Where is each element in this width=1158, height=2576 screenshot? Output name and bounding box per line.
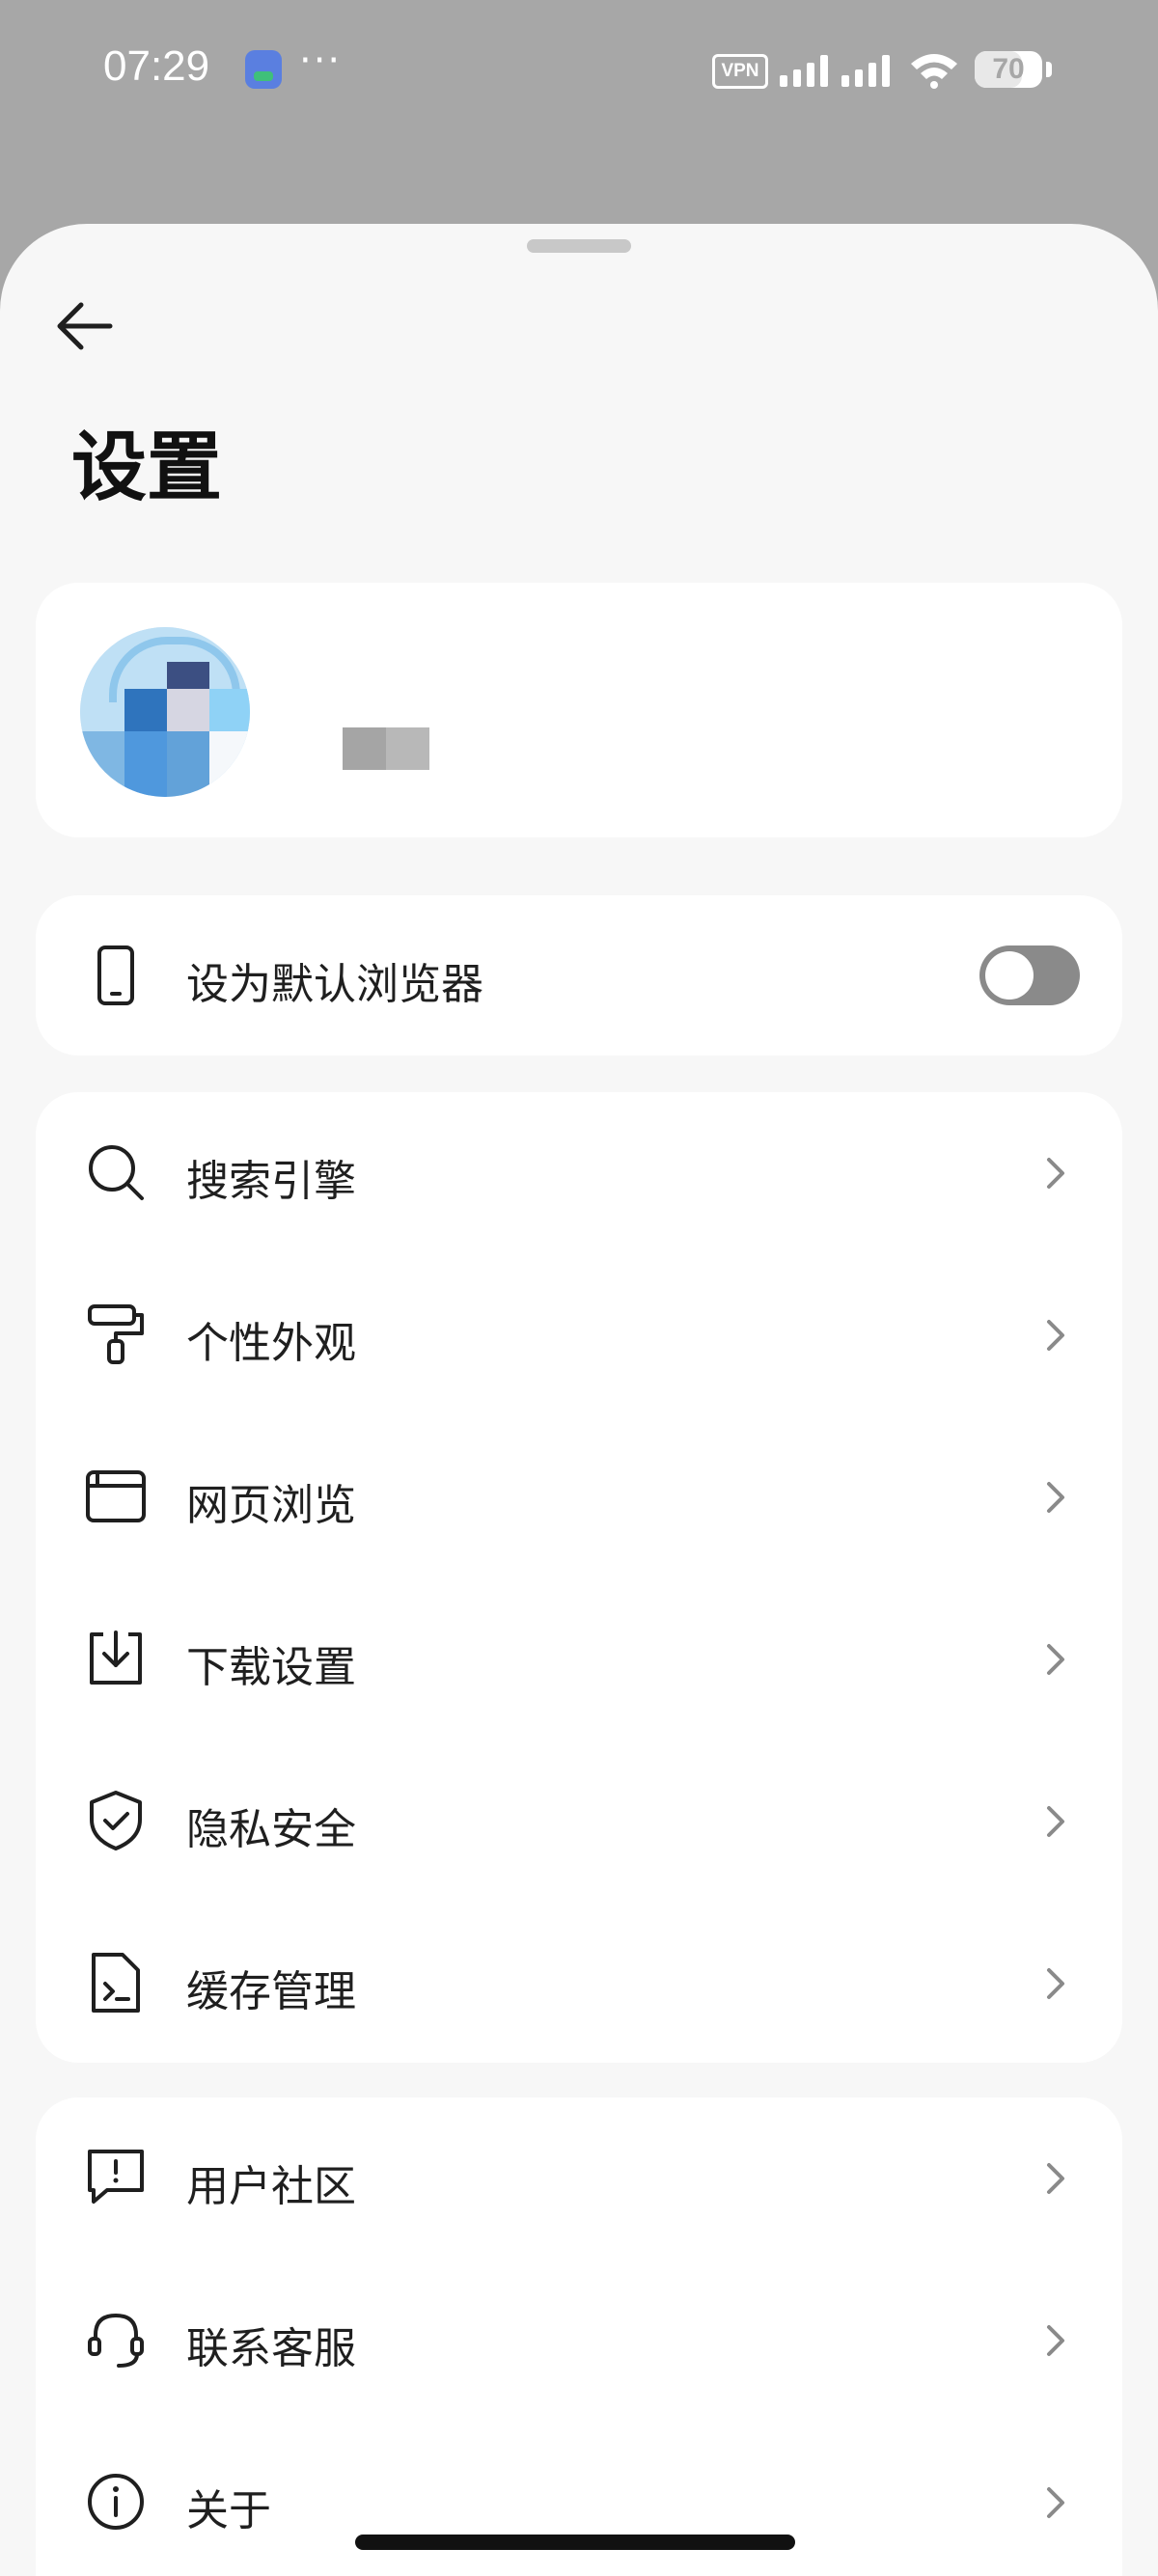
chevron-right-icon xyxy=(1047,1482,1064,1513)
settings-row-label: 联系客服 xyxy=(186,2324,356,2373)
settings-row-download[interactable]: 下载设置 xyxy=(36,1578,1122,1740)
info-icon xyxy=(88,2474,144,2530)
browser-window-icon xyxy=(86,1470,146,1522)
default-browser-toggle[interactable] xyxy=(979,945,1080,1005)
chevron-right-icon xyxy=(1047,1806,1064,1837)
settings-row-label: 网页浏览 xyxy=(186,1481,356,1530)
settings-row-community[interactable]: 用户社区 xyxy=(36,2097,1122,2260)
chevron-right-icon xyxy=(1047,2487,1064,2518)
settings-row-label: 隐私安全 xyxy=(186,1805,356,1854)
wifi-icon xyxy=(911,54,957,89)
sheet-grab-handle[interactable] xyxy=(527,239,631,253)
settings-row-label: 用户社区 xyxy=(186,2162,356,2211)
settings-row-label: 关于 xyxy=(186,2486,271,2535)
download-icon xyxy=(90,1631,142,1685)
settings-row-label: 下载设置 xyxy=(186,1643,356,1692)
settings-row-about[interactable]: 关于 xyxy=(36,2422,1122,2576)
file-terminal-icon xyxy=(92,1953,140,2013)
app-notification-icon xyxy=(245,50,282,89)
paint-roller-icon xyxy=(88,1304,144,1364)
battery-percent: 70 xyxy=(992,53,1025,85)
page-title: 设置 xyxy=(71,425,223,511)
chevron-right-icon xyxy=(1047,1158,1064,1189)
battery-tip xyxy=(1046,62,1052,77)
battery-icon: 70 xyxy=(975,51,1042,88)
shield-check-icon xyxy=(90,1791,142,1850)
settings-row-customer-service[interactable]: 联系客服 xyxy=(36,2260,1122,2422)
settings-row-label: 缓存管理 xyxy=(186,1967,356,2016)
chevron-right-icon xyxy=(1047,2163,1064,2194)
arrow-left-icon xyxy=(57,302,113,350)
status-bar: 07:29 ··· VPN 70 xyxy=(0,0,1158,145)
back-button[interactable] xyxy=(52,291,122,361)
chevron-right-icon xyxy=(1047,1320,1064,1351)
settings-group-card: 搜索引擎 个性外观 网页浏览 下载设置 隐私安全 缓存管理 xyxy=(36,1092,1122,2063)
settings-row-label: 个性外观 xyxy=(186,1319,356,1368)
message-alert-icon xyxy=(88,2150,144,2204)
settings-row-cache[interactable]: 缓存管理 xyxy=(36,1903,1122,2065)
settings-row-browsing[interactable]: 网页浏览 xyxy=(36,1416,1122,1578)
home-indicator[interactable] xyxy=(355,2535,795,2550)
default-browser-label: 设为默认浏览器 xyxy=(186,960,483,1009)
settings-row-label: 搜索引擎 xyxy=(186,1157,356,1206)
settings-row-search-engine[interactable]: 搜索引擎 xyxy=(36,1092,1122,1254)
phone-icon xyxy=(97,945,134,1005)
settings-row-privacy[interactable]: 隐私安全 xyxy=(36,1740,1122,1903)
signal-icon xyxy=(780,55,890,87)
chevron-right-icon xyxy=(1047,1968,1064,1999)
status-time: 07:29 xyxy=(103,42,210,90)
avatar-icon[interactable] xyxy=(80,627,250,797)
more-notifications-indicator: ··· xyxy=(299,39,343,83)
vpn-icon: VPN xyxy=(712,54,768,89)
chevron-right-icon xyxy=(1047,2325,1064,2356)
profile-card[interactable] xyxy=(36,583,1122,837)
settings-row-appearance[interactable]: 个性外观 xyxy=(36,1254,1122,1416)
toggle-knob xyxy=(985,951,1034,1000)
search-icon xyxy=(89,1145,144,1200)
headset-icon xyxy=(88,2313,144,2368)
username-redacted xyxy=(343,727,429,770)
settings-sheet: 设置 设为默认浏览器 搜索引擎 个性外观 网页浏览 下载设置 隐私安全 缓存管理… xyxy=(0,224,1158,2576)
default-browser-card: 设为默认浏览器 xyxy=(36,895,1122,1055)
support-group-card: 用户社区 联系客服 关于 xyxy=(36,2097,1122,2576)
chevron-right-icon xyxy=(1047,1644,1064,1675)
